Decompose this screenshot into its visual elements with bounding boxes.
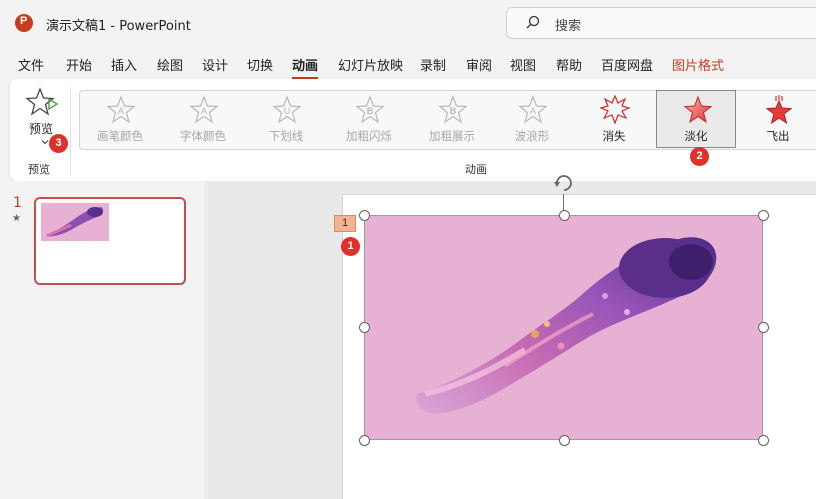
animation-letter: U	[284, 106, 291, 116]
emphasis-star-icon: B	[355, 95, 385, 124]
exit-star-burst-icon	[600, 95, 630, 125]
search-input[interactable]: 搜索	[506, 7, 816, 39]
tab-insert[interactable]: 插入	[111, 55, 137, 74]
animation-order-tag[interactable]: 1	[334, 215, 356, 232]
animation-label: 加粗展示	[429, 129, 475, 143]
slide-animation-marker: ★	[12, 213, 21, 224]
animation-label: 消失	[602, 129, 626, 143]
document-title: 演示文稿1 - PowerPoint	[46, 19, 191, 34]
tab-transitions[interactable]: 切换	[247, 55, 273, 74]
preview-group-label: 预览	[28, 163, 50, 176]
chevron-down-icon[interactable]	[41, 138, 49, 146]
title-bar: 演示文稿1 - PowerPoint 搜索	[0, 0, 816, 46]
animation-letter: B	[367, 106, 374, 116]
slide-thumbnail[interactable]	[34, 197, 186, 285]
animation-underline[interactable]: U 下划线	[246, 91, 326, 149]
tab-picture-format[interactable]: 图片格式	[672, 55, 724, 74]
tab-draw[interactable]: 绘图	[157, 55, 183, 74]
tab-review[interactable]: 审阅	[466, 55, 492, 74]
tab-home[interactable]: 开始	[66, 55, 92, 74]
animation-bold-flash[interactable]: B 加粗闪烁	[329, 91, 409, 149]
animation-label: 画笔颜色	[97, 129, 143, 143]
animation-label: 字体颜色	[180, 129, 226, 143]
step-badge-2: 2	[690, 147, 709, 166]
tab-help[interactable]: 帮助	[556, 55, 582, 74]
animation-fade[interactable]: 淡化	[656, 90, 736, 148]
animation-disappear[interactable]: 消失	[574, 91, 654, 149]
emphasis-star-icon: B	[438, 95, 468, 124]
animation-fly-out[interactable]: 飞出	[738, 91, 816, 149]
animation-brush-color[interactable]: A 画笔颜色	[80, 91, 160, 149]
rotate-handle-icon[interactable]	[552, 172, 576, 192]
emphasis-star-icon: A	[189, 95, 219, 124]
tab-file[interactable]: 文件	[18, 55, 44, 74]
resize-handle-top-left[interactable]	[359, 210, 370, 221]
tab-record[interactable]: 录制	[420, 55, 446, 74]
ribbon-panel: 预览 预览 A 画笔颜色 A 字体颜色 U 下划线 B 加粗闪烁 B 加粗展示 …	[10, 79, 816, 181]
animation-label: 波浪形	[514, 129, 550, 143]
group-separator	[70, 87, 71, 175]
step-badge-1: 1	[341, 237, 360, 256]
tab-animations[interactable]: 动画	[292, 55, 319, 79]
emphasis-star-icon: U	[272, 95, 302, 124]
resize-handle-top-right[interactable]	[758, 210, 769, 221]
search-placeholder: 搜索	[555, 19, 582, 34]
preview-label: 预览	[29, 122, 54, 136]
resize-handle-bottom-left[interactable]	[359, 435, 370, 446]
animation-group-label: 动画	[465, 163, 487, 176]
animation-letter: A	[118, 106, 124, 116]
emphasis-star-icon: A	[106, 95, 136, 124]
resize-handle-right[interactable]	[758, 322, 769, 333]
thumbnail-picture	[41, 203, 109, 241]
tab-slideshow[interactable]: 幻灯片放映	[338, 55, 403, 74]
step-badge-3: 3	[49, 134, 68, 153]
slide-number: 1	[13, 195, 22, 211]
slides-pane: 1 ★	[0, 181, 206, 499]
resize-handle-bottom-right[interactable]	[758, 435, 769, 446]
animation-label: 淡化	[684, 129, 708, 143]
powerpoint-logo-icon	[15, 14, 33, 32]
tab-baidu-netdisk[interactable]: 百度网盘	[601, 55, 653, 74]
search-icon	[526, 15, 540, 29]
animation-gallery: A 画笔颜色 A 字体颜色 U 下划线 B 加粗闪烁 B 加粗展示 A 波浪形 …	[79, 90, 816, 150]
tab-design[interactable]: 设计	[202, 55, 228, 74]
animation-letter: A	[530, 106, 536, 116]
ribbon-tabs: 文件 开始 插入 绘图 设计 切换 动画 幻灯片放映 录制 审阅 视图 帮助 百…	[0, 50, 816, 79]
resize-handle-bottom[interactable]	[559, 435, 570, 446]
tab-view[interactable]: 视图	[510, 55, 536, 74]
animation-letter: B	[450, 106, 457, 116]
coral-picture-icon	[416, 237, 717, 414]
coral-thumbnail-icon	[46, 207, 104, 238]
preview-star-icon	[25, 87, 58, 116]
emphasis-star-icon: A	[518, 95, 548, 124]
animation-font-color[interactable]: A 字体颜色	[163, 91, 243, 149]
exit-star-fade-icon	[683, 95, 713, 124]
animation-label: 加粗闪烁	[346, 129, 392, 143]
animation-label: 飞出	[766, 129, 790, 143]
animation-letter: A	[201, 106, 207, 116]
animation-label: 下划线	[268, 129, 304, 143]
selected-picture[interactable]	[364, 215, 763, 440]
resize-handle-left[interactable]	[359, 322, 370, 333]
animation-bold-reveal[interactable]: B 加粗展示	[412, 91, 492, 149]
animation-wave[interactable]: A 波浪形	[492, 91, 572, 149]
exit-star-fly-icon	[765, 95, 793, 125]
resize-handle-top[interactable]	[559, 210, 570, 221]
